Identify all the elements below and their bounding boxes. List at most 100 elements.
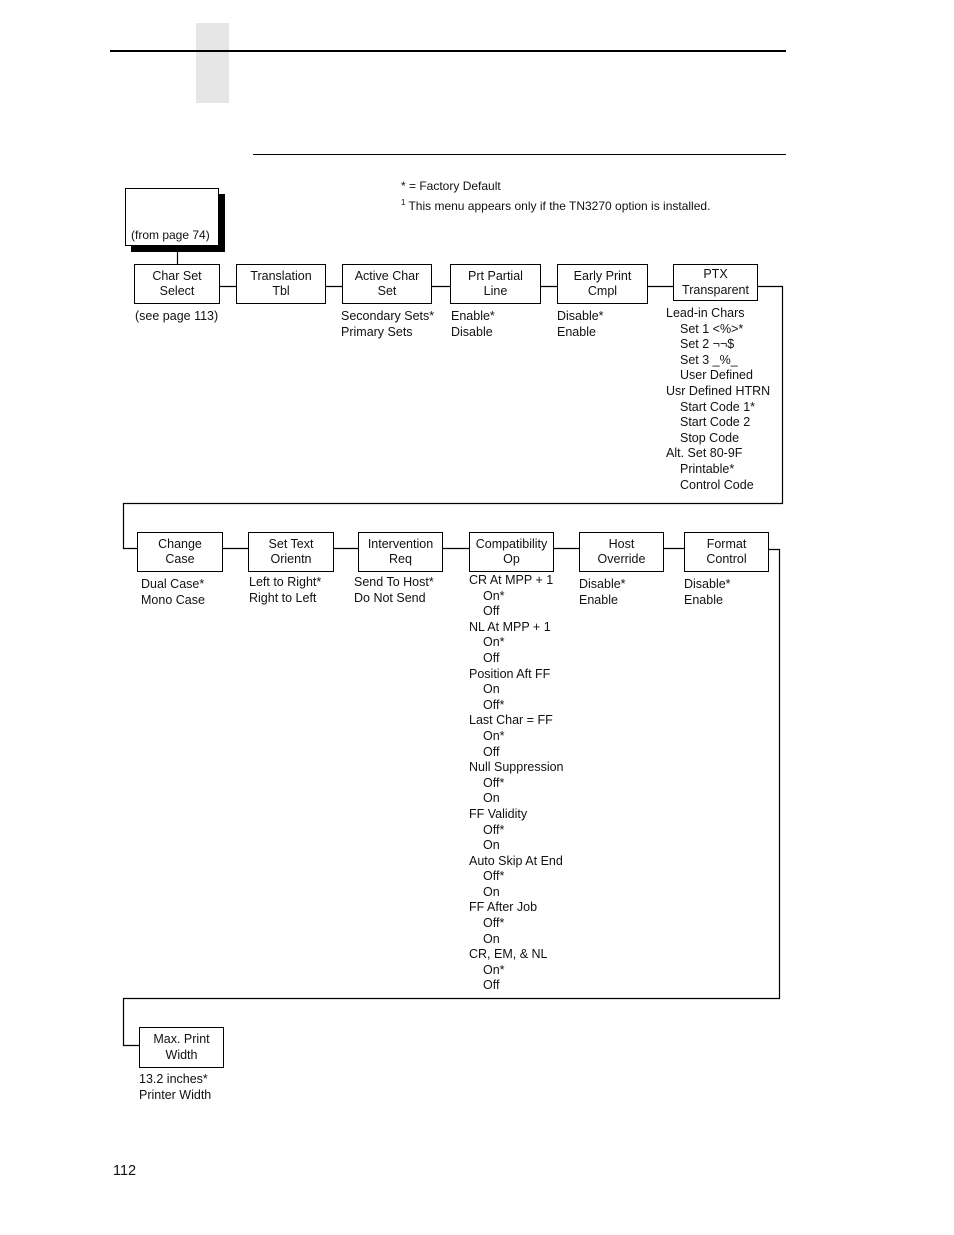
option-item: Enable — [557, 324, 596, 339]
option-item: Null Suppression — [469, 760, 564, 775]
menu-box-change-case[interactable]: Change Case — [137, 532, 223, 572]
option-choice: On* — [483, 635, 505, 650]
menu-box-max-print-width[interactable]: Max. Print Width — [139, 1027, 224, 1068]
option-choice: On — [483, 791, 500, 806]
entry-label: (from page 74) — [131, 228, 210, 242]
option-item: Alt. Set 80-9F — [666, 446, 743, 461]
menu-box-set-text-orientn[interactable]: Set Text Orientn — [248, 532, 334, 572]
menu-box-translation-tbl[interactable]: Translation Tbl — [236, 264, 326, 304]
option-item: NL At MPP + 1 — [469, 619, 551, 634]
option-choice: Off* — [483, 822, 505, 837]
menu-title-line: Op — [503, 552, 520, 566]
option-choice: On — [483, 884, 500, 899]
option-list-compatibility-op: CR At MPP + 1 On* Off NL At MPP + 1 On* Off Po… — [469, 573, 564, 994]
option-list-format-control: Disable* Enable — [684, 577, 731, 608]
menu-title-line: Active Char — [354, 268, 420, 283]
menu-title-line: Translation — [250, 268, 312, 283]
option-choice: On — [483, 931, 500, 946]
menu-box-early-print-cmpl[interactable]: Early Print Cmpl — [557, 264, 648, 304]
option-item: Send To Host* — [354, 575, 434, 589]
option-item: Mono Case — [141, 592, 205, 607]
menu-title-line: PTX — [703, 267, 728, 281]
option-list-early-print-cmpl: Disable* Enable — [557, 309, 604, 340]
menu-title-line: Set — [377, 284, 397, 298]
connector-row2-to-row3 — [122, 548, 781, 1047]
menu-title-line: Max. Print — [153, 1032, 210, 1046]
menu-title-line: Case — [165, 552, 195, 566]
option-choice: Start Code 1* — [680, 399, 756, 414]
option-list-active-char-set: Secondary Sets* Primary Sets — [341, 309, 434, 340]
option-item: Disable — [451, 324, 493, 339]
option-choice: Off* — [483, 697, 505, 712]
option-item: Auto Skip At End — [469, 853, 563, 868]
menu-box-prt-partial-line[interactable]: Prt Partial Line — [450, 264, 541, 304]
menu-title-line: Override — [597, 552, 646, 566]
header-rule — [110, 50, 786, 52]
menu-title-line: Tbl — [272, 284, 290, 298]
entry-menu-box[interactable]: (from page 74) — [125, 188, 219, 246]
option-item: Primary Sets — [341, 324, 413, 339]
option-list-intervention-req: Send To Host* Do Not Send — [354, 575, 434, 606]
option-item: (see page 113) — [135, 309, 219, 323]
option-choice: Off — [483, 604, 500, 619]
option-item: CR, EM, & NL — [469, 947, 548, 962]
option-item: Enable — [579, 592, 618, 607]
option-item: Disable* — [579, 577, 626, 591]
menu-title-line: Host — [608, 536, 635, 551]
option-choice: Start Code 2 — [680, 415, 751, 430]
option-item: 13.2 inches* — [139, 1072, 208, 1086]
footnote-mark: 1 — [401, 198, 406, 207]
option-choice: Set 3 _%_ — [680, 352, 738, 367]
option-item: Disable* — [684, 577, 731, 591]
menu-title-line: Orientn — [270, 552, 312, 566]
menu-box-format-control[interactable]: Format Control — [684, 532, 769, 572]
menu-title-line: Cmpl — [587, 284, 618, 298]
option-choice: On — [483, 838, 500, 853]
menu-title-line: Prt Partial — [468, 268, 523, 283]
option-item: CR At MPP + 1 — [469, 573, 554, 587]
option-item: Printer Width — [139, 1087, 212, 1102]
option-list-host-override: Disable* Enable — [579, 577, 626, 608]
option-item: Last Char = FF — [469, 713, 553, 728]
menu-box-compatibility-op[interactable]: Compatibility Op — [469, 532, 554, 572]
option-choice: Off* — [483, 775, 505, 790]
option-choice: Off — [483, 744, 500, 759]
section-rule — [253, 154, 786, 155]
option-choice: On* — [483, 728, 505, 743]
menu-box-char-set-select[interactable]: Char Set Select — [134, 264, 220, 304]
menu-title-line: Control — [706, 552, 747, 566]
option-item: Position Aft FF — [469, 666, 551, 681]
option-item: Do Not Send — [354, 590, 426, 605]
legend-default-note: * = Factory Default — [401, 179, 501, 193]
chapter-tab-marker — [196, 23, 229, 103]
option-choice: Control Code — [680, 477, 754, 492]
option-item: Left to Right* — [249, 575, 322, 589]
option-choice: On* — [483, 962, 505, 977]
option-choice: On — [483, 682, 500, 697]
menu-title-line: Format — [706, 536, 747, 551]
legend-footnote: 1 This menu appears only if the TN3270 op… — [401, 195, 710, 214]
page-number: 112 — [113, 1163, 137, 1179]
option-list-char-set-select: (see page 113) — [135, 309, 218, 325]
footnote-text: This menu appears only if the TN3270 opt… — [408, 199, 711, 213]
menu-title-line: Compatibility — [475, 536, 548, 551]
option-item: Enable — [684, 592, 723, 607]
option-item: Lead-in Chars — [666, 306, 745, 320]
option-list-set-text-orientn: Left to Right* Right to Left — [249, 575, 321, 606]
option-choice: Off* — [483, 916, 505, 931]
option-item: FF Validity — [469, 806, 528, 821]
option-choice: Printable* — [680, 461, 735, 476]
menu-box-active-char-set[interactable]: Active Char Set — [342, 264, 432, 304]
option-item: Dual Case* — [141, 577, 205, 591]
option-choice: Set 2 ¬¬$ — [680, 337, 735, 352]
menu-box-host-override[interactable]: Host Override — [579, 532, 664, 572]
option-item: Secondary Sets* — [341, 309, 435, 323]
menu-box-ptx-transparent[interactable]: PTX Transparent — [673, 264, 758, 301]
menu-box-intervention-req[interactable]: Intervention Req — [358, 532, 443, 572]
menu-title-line: Transparent — [682, 282, 749, 297]
option-choice: User Defined — [680, 368, 753, 383]
menu-title-line: Select — [159, 284, 195, 298]
option-item: Usr Defined HTRN — [666, 383, 771, 398]
option-choice: Set 1 <%>* — [680, 321, 744, 336]
option-item: FF After Job — [469, 900, 538, 915]
